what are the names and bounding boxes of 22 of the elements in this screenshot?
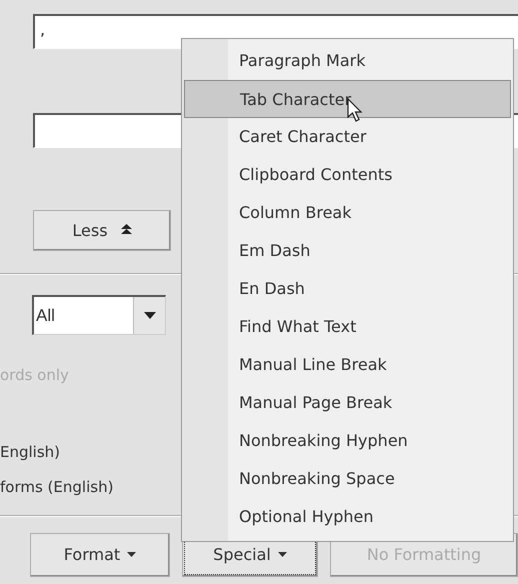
option-label: English): [0, 442, 60, 463]
dropdown-arrow-icon: [144, 312, 156, 319]
toolbar-button[interactable]: Format: [30, 533, 170, 577]
menu-item[interactable]: Column Break: [184, 194, 511, 232]
menu-item[interactable]: Optional Hyphen: [184, 498, 511, 536]
option-label: forms (English): [0, 477, 114, 498]
double-up-arrow-icon: [120, 224, 132, 234]
search-dropdown[interactable]: All: [32, 295, 166, 335]
menu-item[interactable]: Caret Character: [184, 118, 511, 156]
option-label: ords only: [0, 365, 69, 386]
menu-item[interactable]: Find What Text: [184, 308, 511, 346]
menu-item[interactable]: Nonbreaking Hyphen: [184, 422, 511, 460]
menu-item[interactable]: En Dash: [184, 270, 511, 308]
menu-item[interactable]: Manual Line Break: [184, 346, 511, 384]
caret-icon: [278, 552, 287, 557]
menu-item[interactable]: Tab Character: [184, 80, 511, 118]
less-button[interactable]: Less: [33, 210, 171, 251]
menu-item[interactable]: Nonbreaking Space: [184, 460, 511, 498]
menu-item[interactable]: Em Dash: [184, 232, 511, 270]
caret-icon: [127, 552, 136, 557]
menu-item[interactable]: Clipboard Contents: [184, 156, 511, 194]
menu-item[interactable]: Manual Page Break: [184, 384, 511, 422]
